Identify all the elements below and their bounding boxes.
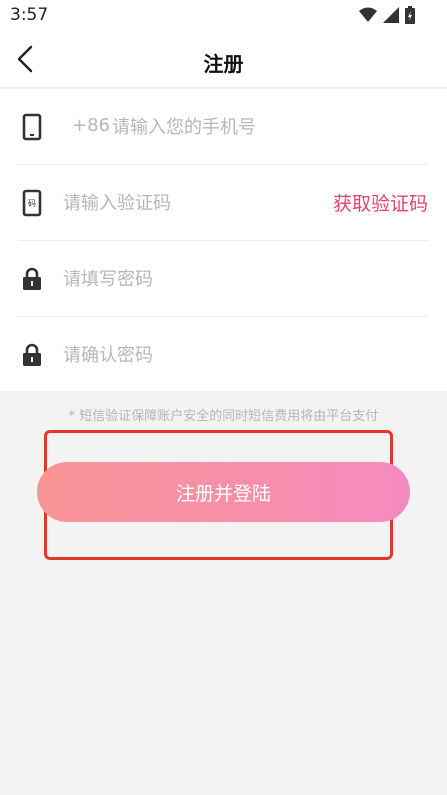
confirm-password-row: [18, 317, 428, 393]
phone-input[interactable]: [112, 111, 412, 143]
status-time: 3:57: [10, 5, 49, 25]
svg-text:码: 码: [28, 199, 36, 208]
lock-icon: [23, 343, 41, 366]
battery-icon: [405, 6, 415, 24]
status-bar: 3:57: [0, 0, 447, 32]
code-row: 码 获取验证码: [18, 165, 428, 241]
register-login-button[interactable]: 注册并登陆: [37, 462, 410, 522]
confirm-password-input[interactable]: [63, 339, 413, 371]
wifi-icon: [359, 7, 377, 22]
page-title: 注册: [203, 52, 244, 76]
phone-icon: [22, 113, 42, 141]
signal-icon: [383, 7, 399, 23]
register-form: +86 码 获取验证码: [0, 89, 447, 391]
password-row: [18, 241, 428, 317]
country-code: +86: [72, 115, 110, 136]
phone-row: +86: [18, 89, 428, 165]
sms-code-icon: 码: [22, 189, 42, 217]
password-input[interactable]: [63, 263, 413, 295]
get-code-button[interactable]: 获取验证码: [333, 189, 428, 216]
status-icons: [359, 6, 415, 24]
header: 注册: [0, 32, 447, 88]
sms-notice: * 短信验证保障账户安全的同时短信费用将由平台支付: [68, 409, 379, 424]
verification-code-input[interactable]: [63, 187, 313, 219]
lock-icon: [23, 267, 41, 290]
